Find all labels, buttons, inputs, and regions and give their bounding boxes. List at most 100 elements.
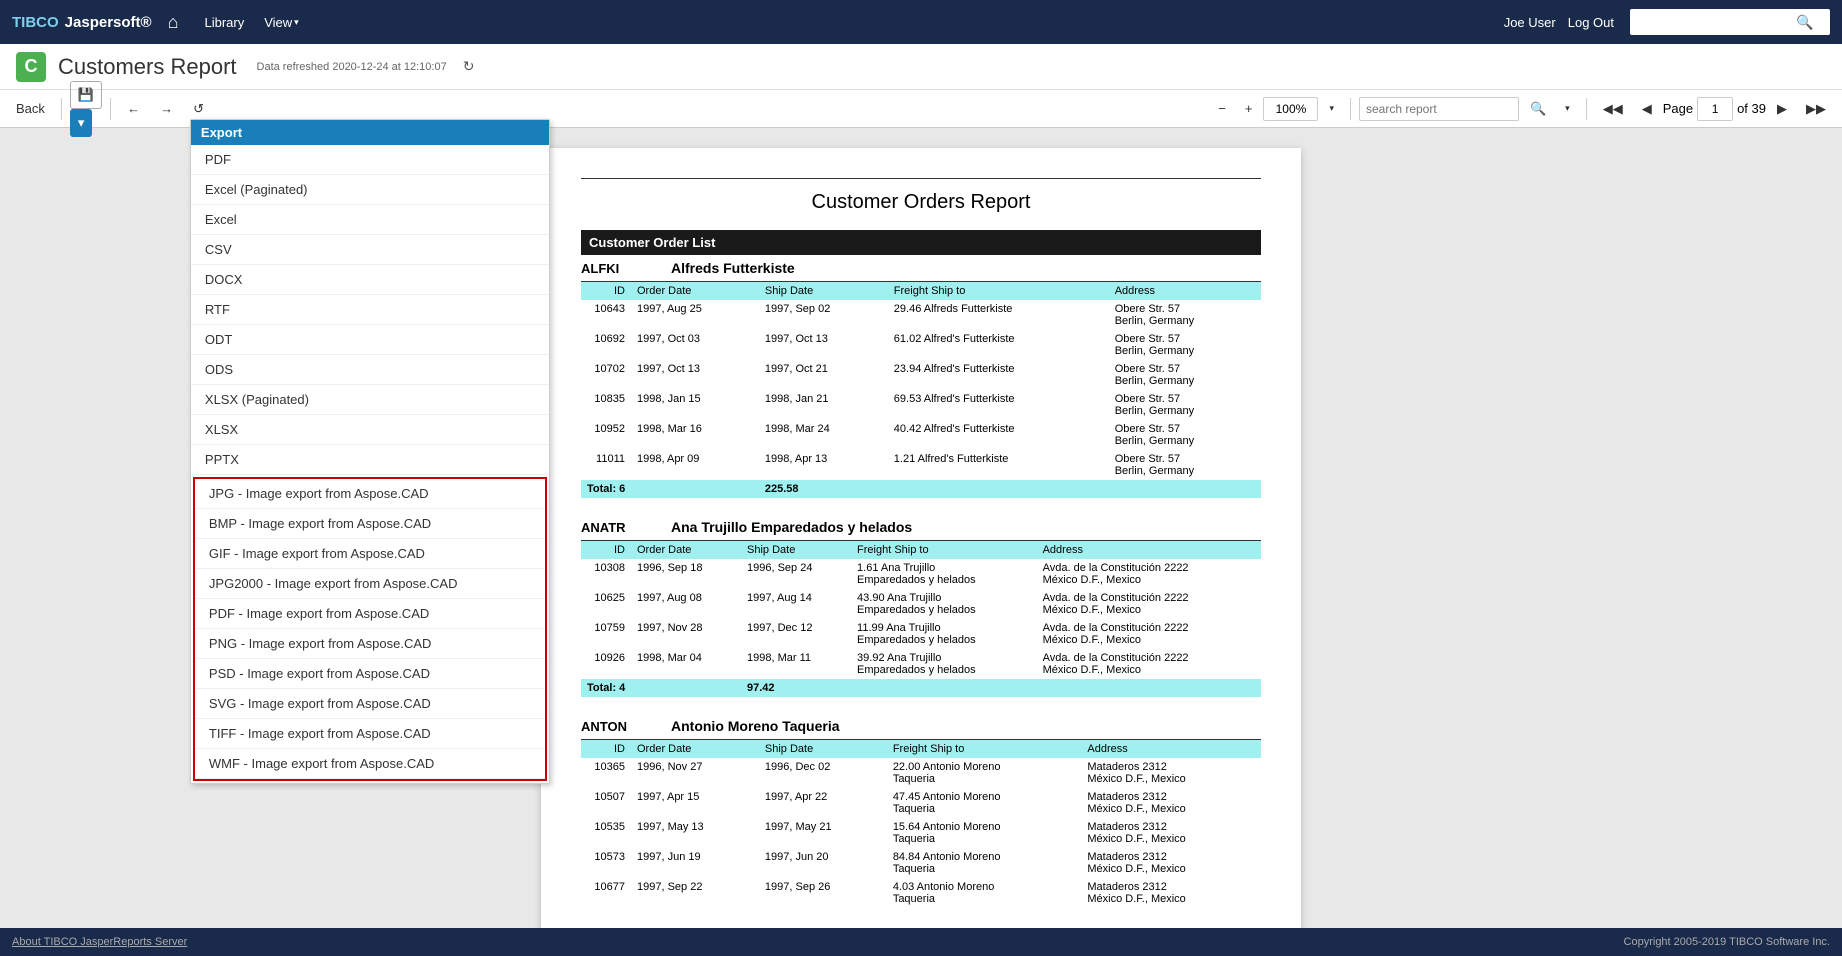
toolbar-separator-2 <box>110 98 111 120</box>
home-icon[interactable]: ⌂ <box>168 12 179 33</box>
export-item-docx[interactable]: DOCX <box>191 265 549 295</box>
footer-right: Copyright 2005-2019 TIBCO Software Inc. <box>1624 936 1830 948</box>
table-row: 10573 1997, Jun 19 1997, Jun 20 84.84 An… <box>581 848 1261 878</box>
undo-button[interactable]: ← <box>119 95 148 123</box>
col-address: Address <box>1037 541 1261 559</box>
export-item-png[interactable]: PNG - Image export from Aspose.CAD <box>195 629 545 659</box>
last-page-button[interactable]: ▶▶ <box>1798 95 1834 123</box>
table-row: 10702 1997, Oct 13 1997, Oct 21 23.94 Al… <box>581 360 1261 390</box>
table-row: 10835 1998, Jan 15 1998, Jan 21 69.53 Al… <box>581 390 1261 420</box>
toolbar-separator-3 <box>1350 98 1351 120</box>
export-container: 💾 ▾ Export PDF Excel (Paginated) Excel C… <box>70 81 102 137</box>
username: Joe User <box>1504 15 1556 30</box>
export-item-xlsx-paginated[interactable]: XLSX (Paginated) <box>191 385 549 415</box>
global-search-box[interactable]: 🔍 <box>1630 9 1830 35</box>
col-address: Address <box>1109 282 1261 300</box>
customer-name-anton: Antonio Moreno Taqueria <box>671 718 840 734</box>
logout-link[interactable]: Log Out <box>1568 15 1614 30</box>
table-row: 10643 1997, Aug 25 1997, Sep 02 29.46 Al… <box>581 300 1261 330</box>
toolbar-separator-1 <box>61 98 62 120</box>
order-table-anatr: ID Order Date Ship Date Freight Ship to … <box>581 541 1261 697</box>
search-report-dropdown[interactable]: ▾ <box>1557 95 1578 123</box>
top-navigation: TIBCO Jaspersoft® ⌂ Library View ▾ Joe U… <box>0 0 1842 44</box>
customer-name-alfki: Alfreds Futterkiste <box>671 260 795 276</box>
report-page: Customer Orders Report Customer Order Li… <box>541 148 1301 928</box>
order-total-row-alfki: Total: 6 225.58 <box>581 480 1261 498</box>
col-freight: Freight Ship to <box>887 740 1082 758</box>
search-report-area: 🔍 ▾ <box>1359 95 1578 123</box>
report-icon: C <box>16 52 46 82</box>
export-item-tiff[interactable]: TIFF - Image export from Aspose.CAD <box>195 719 545 749</box>
page-title: Customers Report <box>58 54 237 80</box>
report-title: Customer Orders Report <box>581 178 1261 214</box>
zoom-input[interactable] <box>1263 97 1318 121</box>
search-report-input[interactable] <box>1359 97 1519 121</box>
nav-links: Library View ▾ <box>204 15 298 30</box>
zoom-in-button[interactable]: + <box>1237 95 1261 123</box>
col-order-date: Order Date <box>631 541 741 559</box>
view-link[interactable]: View ▾ <box>264 15 298 30</box>
export-aspose-section: JPG - Image export from Aspose.CAD BMP -… <box>193 477 547 781</box>
jaspersoft-text: Jaspersoft® <box>65 14 152 31</box>
export-button[interactable]: ▾ <box>70 109 93 137</box>
export-item-svg[interactable]: SVG - Image export from Aspose.CAD <box>195 689 545 719</box>
table-row: 10677 1997, Sep 22 1997, Sep 26 4.03 Ant… <box>581 878 1261 908</box>
customer-block-anatr: ANATR Ana Trujillo Emparedados y helados… <box>581 514 1261 697</box>
tibco-text: TIBCO <box>12 14 59 31</box>
refresh-info: Data refreshed 2020-12-24 at 12:10:07 <box>257 61 447 73</box>
footer: About TIBCO JasperReports Server Copyrig… <box>0 928 1842 956</box>
library-link[interactable]: Library <box>204 15 244 30</box>
export-item-jpg2000[interactable]: JPG2000 - Image export from Aspose.CAD <box>195 569 545 599</box>
table-row: 10535 1997, May 13 1997, May 21 15.64 An… <box>581 818 1261 848</box>
customer-block-alfki: ALFKI Alfreds Futterkiste ID Order Date … <box>581 255 1261 498</box>
table-row: 10365 1996, Nov 27 1996, Dec 02 22.00 An… <box>581 758 1261 788</box>
export-item-pptx[interactable]: PPTX <box>191 445 549 475</box>
col-order-date: Order Date <box>631 740 759 758</box>
customer-block-anton: ANTON Antonio Moreno Taqueria ID Order D… <box>581 713 1261 908</box>
customer-id-alfki: ALFKI <box>581 261 641 276</box>
section-header: Customer Order List <box>581 230 1261 255</box>
col-ship-date: Ship Date <box>759 282 888 300</box>
export-item-csv[interactable]: CSV <box>191 235 549 265</box>
export-item-odt[interactable]: ODT <box>191 325 549 355</box>
export-popup: Export PDF Excel (Paginated) Excel CSV D… <box>190 119 550 784</box>
prev-page-button[interactable]: ◀ <box>1634 95 1660 123</box>
first-page-button[interactable]: ◀◀ <box>1595 95 1631 123</box>
page-of-label: of 39 <box>1737 101 1766 116</box>
customer-header-alfki: ALFKI Alfreds Futterkiste <box>581 255 1261 282</box>
export-item-gif[interactable]: GIF - Image export from Aspose.CAD <box>195 539 545 569</box>
global-search-button[interactable]: 🔍 <box>1796 14 1813 31</box>
export-item-bmp[interactable]: BMP - Image export from Aspose.CAD <box>195 509 545 539</box>
export-item-excel-paginated[interactable]: Excel (Paginated) <box>191 175 549 205</box>
save-icon-button[interactable]: 💾 <box>70 81 102 109</box>
footer-left[interactable]: About TIBCO JasperReports Server <box>12 936 187 948</box>
export-item-rtf[interactable]: RTF <box>191 295 549 325</box>
table-row: 10308 1996, Sep 18 1996, Sep 24 1.61 Ana… <box>581 559 1261 589</box>
next-page-button[interactable]: ▶ <box>1769 95 1795 123</box>
page-number-input[interactable] <box>1697 97 1733 121</box>
export-item-xlsx[interactable]: XLSX <box>191 415 549 445</box>
toolbar-separator-4 <box>1586 98 1587 120</box>
zoom-dropdown-button[interactable]: ▾ <box>1321 95 1342 123</box>
global-search-input[interactable] <box>1636 15 1796 29</box>
export-item-psd[interactable]: PSD - Image export from Aspose.CAD <box>195 659 545 689</box>
zoom-out-button[interactable]: − <box>1210 95 1234 123</box>
export-item-excel[interactable]: Excel <box>191 205 549 235</box>
zoom-area: − + ▾ <box>1210 95 1342 123</box>
export-item-wmf[interactable]: WMF - Image export from Aspose.CAD <box>195 749 545 779</box>
col-address: Address <box>1081 740 1261 758</box>
save-icon: 💾 <box>78 87 94 103</box>
order-total-row-anatr: Total: 4 97.42 <box>581 679 1261 697</box>
redo-button[interactable]: → <box>152 95 181 123</box>
col-id: ID <box>581 541 631 559</box>
export-item-pdf-aspose[interactable]: PDF - Image export from Aspose.CAD <box>195 599 545 629</box>
back-button[interactable]: Back <box>8 95 53 123</box>
table-row: 10507 1997, Apr 15 1997, Apr 22 47.45 An… <box>581 788 1261 818</box>
table-row: 10952 1998, Mar 16 1998, Mar 24 40.42 Al… <box>581 420 1261 450</box>
export-item-jpg[interactable]: JPG - Image export from Aspose.CAD <box>195 479 545 509</box>
table-row: 10926 1998, Mar 04 1998, Mar 11 39.92 An… <box>581 649 1261 679</box>
refresh-button[interactable]: ↻ <box>463 58 475 75</box>
export-item-ods[interactable]: ODS <box>191 355 549 385</box>
search-report-button[interactable]: 🔍 <box>1522 95 1554 123</box>
export-item-pdf[interactable]: PDF <box>191 145 549 175</box>
